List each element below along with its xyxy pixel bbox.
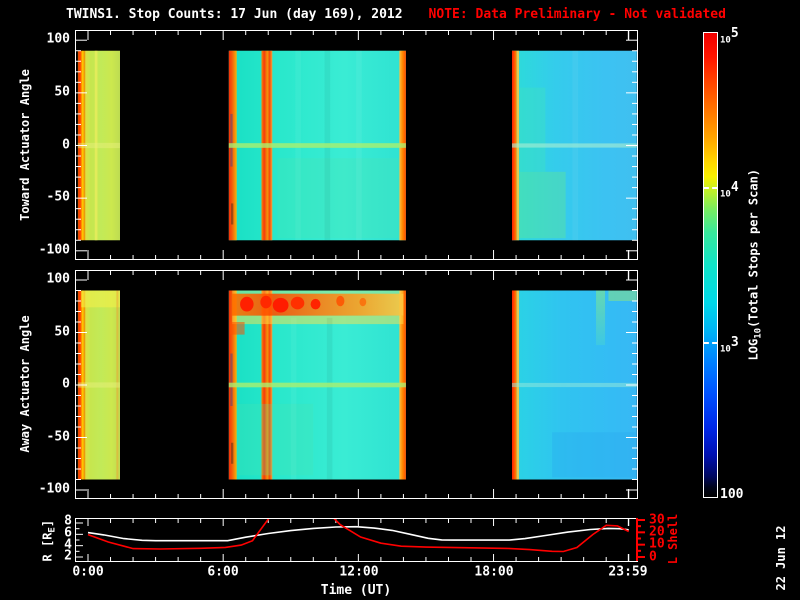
lshell-ytick-0: 0 — [649, 549, 657, 565]
colorbar-label-100: 100 — [720, 487, 744, 502]
orbit-panel-canvas — [76, 519, 630, 561]
away-ytick-0: 0 — [62, 376, 70, 392]
datestamp: 22 Jun 12 — [774, 525, 788, 591]
away-ytick-50: 50 — [54, 324, 70, 340]
colorbar-label-1e3: 103 — [720, 335, 739, 355]
toward-ytick-50: 50 — [54, 84, 70, 100]
away-ytick--100: -100 — [38, 481, 70, 497]
colorbar-axis-label: LOG10(Total Stops per Scan) — [746, 168, 764, 361]
toward-ytick-0: 0 — [62, 137, 70, 153]
away-ytick--50: -50 — [46, 429, 70, 445]
colorbar-tick-1e3 — [704, 342, 717, 344]
xtick-6:00: 6:00 — [207, 564, 239, 580]
spectrogram-away — [75, 270, 638, 499]
xtick-18:00: 18:00 — [474, 564, 514, 580]
x-axis-title: Time (UT) — [320, 583, 392, 598]
orbit-panel — [75, 518, 638, 562]
colorbar — [703, 32, 718, 498]
preliminary-note: NOTE: Data Preliminary - Not validated — [428, 7, 726, 22]
twins-stop-counts-plot: TWINS1. Stop Counts: 17 Jun (day 169), 2… — [0, 0, 800, 600]
plot-title-main: TWINS1. Stop Counts: 17 Jun (day 169), 2… — [66, 7, 403, 22]
toward-ytick--100: -100 — [38, 242, 70, 258]
xtick-0:00: 0:00 — [72, 564, 104, 580]
away-ytick-100: 100 — [46, 271, 70, 287]
spectrogram-away-canvas — [76, 271, 637, 498]
colorbar-tick-1e4 — [704, 187, 717, 189]
toward-ytick-100: 100 — [46, 31, 70, 47]
colorbar-label-1e4: 104 — [720, 180, 739, 200]
colorbar-label-1e5: 105 — [720, 26, 739, 46]
spectrogram-toward-canvas — [76, 31, 637, 259]
plot-title: TWINS1. Stop Counts: 17 Jun (day 169), 2… — [66, 7, 726, 22]
toward-ytick--50: -50 — [46, 189, 70, 205]
xtick-12:00: 12:00 — [339, 564, 379, 580]
spectrogram-toward — [75, 30, 638, 260]
r-ytick-2: 2 — [64, 548, 72, 564]
xtick-23:59: 23:59 — [608, 564, 648, 580]
